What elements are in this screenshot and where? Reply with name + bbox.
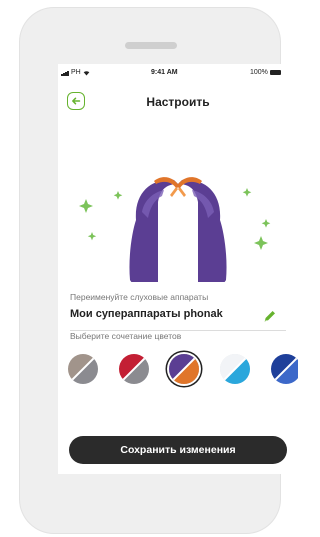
rename-label: Переименуйте слуховые аппараты (70, 292, 209, 302)
color-combination-label: Выберите сочетание цветов (70, 331, 182, 341)
carrier-indicator: PH (61, 69, 90, 76)
signal-icon (61, 69, 69, 76)
phone-frame: PH 9:41 AM 100% Настроить Переименуйте с… (20, 8, 298, 533)
back-button[interactable] (67, 92, 85, 110)
sparkle-decorations (79, 188, 271, 250)
color-swatch-red-gray[interactable] (119, 354, 149, 384)
battery-percent: 100% (250, 69, 268, 76)
wifi-icon (83, 70, 90, 75)
battery-indicator: 100% (250, 69, 281, 76)
color-swatch-blue[interactable] (271, 354, 298, 384)
phone-speaker (125, 42, 177, 49)
page-title: Настроить (146, 95, 210, 109)
hearing-aids-image (79, 177, 271, 282)
save-changes-button[interactable]: Сохранить изменения (69, 436, 287, 464)
back-arrow-icon (72, 97, 81, 105)
color-swatch-taupe-gray[interactable] (68, 354, 98, 384)
status-bar: PH 9:41 AM 100% (58, 64, 298, 80)
app-screen: PH 9:41 AM 100% Настроить Переименуйте с… (58, 64, 298, 474)
status-time: 9:41 AM (151, 69, 178, 76)
color-swatch-purple-orange[interactable] (169, 354, 199, 384)
battery-icon (269, 70, 281, 75)
carrier-name: PH (71, 69, 81, 76)
color-swatch-white-blue[interactable] (220, 354, 250, 384)
device-name-field[interactable]: Мои супераппараты phonak (70, 308, 223, 320)
pencil-icon[interactable] (263, 309, 277, 323)
